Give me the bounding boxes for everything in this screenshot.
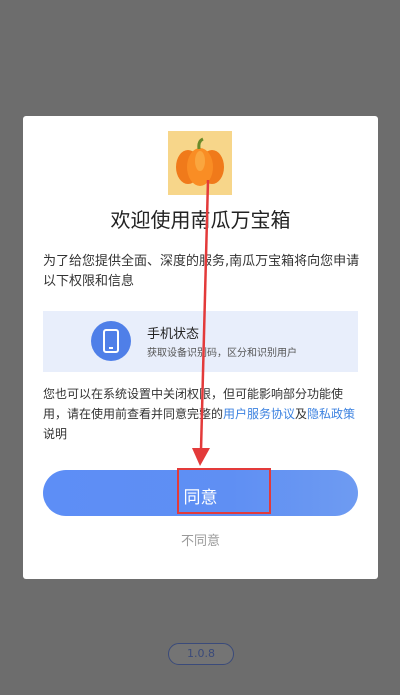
version-badge: 1.0.8: [168, 643, 234, 665]
permission-description: 获取设备识别码，区分和识别用户: [147, 348, 297, 359]
dialog-title: 欢迎使用南瓜万宝箱: [110, 208, 291, 232]
permission-dialog: 欢迎使用南瓜万宝箱 为了给您提供全面、深度的服务,南瓜万宝箱将向您申请以下权限和…: [23, 116, 378, 579]
intro-text: 为了给您提供全面、深度的服务,南瓜万宝箱将向您申请以下权限和信息: [43, 254, 360, 289]
highlight-box: [177, 468, 271, 514]
agree-button[interactable]: 同意: [43, 468, 358, 516]
phone-icon: [91, 321, 131, 361]
notice-text: 您也可以在系统设置中关闭权限，但可能影响部分功能使用，请在使用前查看并同意完整的…: [43, 384, 362, 444]
permission-card: 手机状态 获取设备识别码，区分和识别用户: [43, 311, 358, 372]
app-screen: 欢迎使用南瓜万宝箱 为了给您提供全面、深度的服务,南瓜万宝箱将向您申请以下权限和…: [0, 0, 400, 695]
notice-suffix: 说明: [43, 427, 68, 441]
app-logo: [168, 131, 232, 195]
privacy-policy-link[interactable]: 隐私政策: [307, 407, 355, 421]
disagree-button[interactable]: 不同意: [23, 530, 378, 549]
permission-title: 手机状态: [147, 327, 200, 342]
user-agreement-link[interactable]: 用户服务协议: [223, 407, 295, 421]
notice-and: 及: [295, 407, 308, 421]
pumpkin-icon: [176, 137, 224, 186]
